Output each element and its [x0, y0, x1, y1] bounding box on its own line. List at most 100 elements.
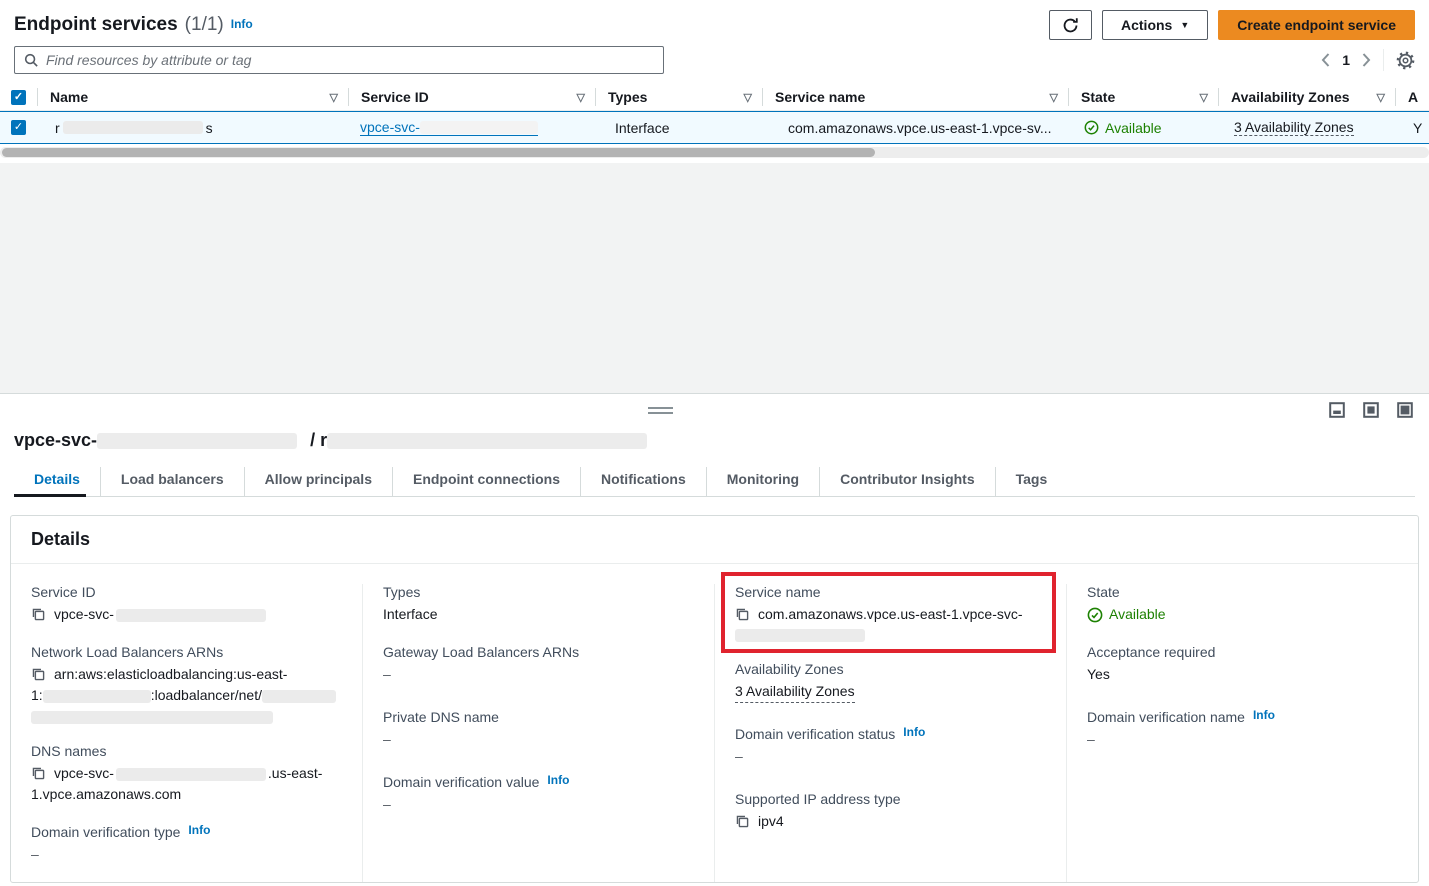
select-all-checkbox[interactable]: ✓	[11, 90, 26, 105]
field-nlb-arns: Network Load Balancers ARNs arn:aws:elas…	[31, 644, 342, 724]
field-availability-zones: Availability Zones 3 Availability Zones	[735, 661, 1046, 703]
column-header-name[interactable]: Name ▽	[37, 88, 348, 106]
column-header-availability-zones[interactable]: Availability Zones ▽	[1218, 88, 1395, 106]
row-name-cell: r s	[37, 120, 348, 136]
redacted-text	[116, 609, 266, 622]
panel-resize-handle[interactable]	[648, 407, 673, 417]
toolbar-buttons: Actions ▼ Create endpoint service	[1049, 10, 1415, 40]
column-header-state[interactable]: State ▽	[1068, 88, 1218, 106]
field-types: Types Interface	[383, 584, 694, 625]
details-card-heading: Details	[11, 516, 1418, 564]
column-header-service-name[interactable]: Service name ▽	[762, 88, 1068, 106]
pager-divider	[1383, 49, 1384, 71]
details-card: Details Service ID vpce-svc- Network Loa…	[10, 515, 1419, 883]
search-box[interactable]	[14, 46, 664, 74]
details-column-3: Service name com.amazonaws.vpce.us-east-…	[714, 584, 1066, 882]
panel-size-medium-icon[interactable]	[1363, 402, 1379, 418]
page-next-button[interactable]	[1362, 53, 1371, 67]
column-header-types[interactable]: Types ▽	[595, 88, 762, 106]
details-card-body: Service ID vpce-svc- Network Load Balanc…	[11, 564, 1418, 882]
row-clipped-cell: Y	[1395, 120, 1429, 136]
copy-icon[interactable]	[31, 667, 45, 681]
tab-load-balancers[interactable]: Load balancers	[100, 467, 244, 496]
copy-icon[interactable]	[735, 814, 749, 828]
tab-tags[interactable]: Tags	[995, 467, 1068, 496]
filter-icon[interactable]: ▽	[1200, 91, 1208, 104]
table-settings-gear-icon[interactable]	[1396, 51, 1415, 70]
column-header-service-id[interactable]: Service ID ▽	[348, 88, 595, 106]
redacted-text	[31, 711, 273, 724]
actions-button-label: Actions	[1121, 17, 1172, 33]
availability-zones-popover-link[interactable]: 3 Availability Zones	[1234, 119, 1354, 136]
panel-title: vpce-svc- / r	[0, 394, 1429, 457]
table-row[interactable]: ✓ r s vpce-svc- Interface com.amazonaws.…	[0, 111, 1429, 144]
filter-icon[interactable]: ▽	[744, 91, 752, 104]
panel-size-large-icon[interactable]	[1397, 402, 1413, 418]
info-link[interactable]: Info	[188, 823, 210, 837]
tab-notifications[interactable]: Notifications	[580, 467, 706, 496]
chevron-down-icon: ▼	[1180, 20, 1189, 30]
endpoint-services-list-section: Endpoint services (1/1) Info Actions ▼ C…	[0, 0, 1429, 163]
copy-icon[interactable]	[735, 607, 749, 621]
copy-icon[interactable]	[31, 766, 45, 780]
info-link[interactable]: Info	[903, 725, 925, 739]
service-name-highlight-box: Service name com.amazonaws.vpce.us-east-…	[721, 572, 1056, 653]
row-service-id-cell: vpce-svc-	[348, 119, 595, 136]
redacted-text	[116, 768, 266, 781]
details-column-4: State Available Acceptance required Yes	[1066, 584, 1418, 882]
table-header-row: ✓ Name ▽ Service ID ▽ Types ▽ Service na…	[0, 84, 1429, 111]
current-page-number[interactable]: 1	[1342, 52, 1350, 68]
info-link[interactable]: Info	[1253, 708, 1275, 722]
create-endpoint-service-button[interactable]: Create endpoint service	[1218, 10, 1415, 40]
toolbar: Endpoint services (1/1) Info Actions ▼ C…	[0, 0, 1429, 40]
redacted-text	[327, 433, 647, 449]
page-title: Endpoint services	[14, 14, 178, 36]
state-available-badge: Available	[1087, 604, 1166, 625]
details-column-1: Service ID vpce-svc- Network Load Balanc…	[11, 584, 362, 882]
copy-icon[interactable]	[31, 607, 45, 621]
title-info-link[interactable]: Info	[231, 17, 253, 31]
tab-monitoring[interactable]: Monitoring	[706, 467, 819, 496]
horizontal-scrollbar[interactable]	[0, 147, 1429, 158]
field-glb-arns: Gateway Load Balancers ARNs –	[383, 644, 694, 685]
filter-icon[interactable]: ▽	[1050, 91, 1058, 104]
field-domain-verification-name: Domain verification name Info –	[1087, 709, 1398, 750]
column-header-clipped[interactable]: A	[1395, 88, 1429, 106]
row-state-cell: Available	[1068, 120, 1218, 136]
tab-allow-principals[interactable]: Allow principals	[244, 467, 392, 496]
page-previous-button[interactable]	[1321, 53, 1330, 67]
refresh-button[interactable]	[1049, 10, 1092, 40]
field-private-dns-name: Private DNS name –	[383, 709, 694, 750]
search-icon	[24, 53, 39, 68]
field-supported-ip-address-type: Supported IP address type ipv4	[735, 791, 1046, 832]
field-dns-names: DNS names vpce-svc-.us-east- 1.vpce.amaz…	[31, 743, 342, 805]
redacted-text	[735, 629, 865, 642]
tab-endpoint-connections[interactable]: Endpoint connections	[392, 467, 580, 496]
filter-icon[interactable]: ▽	[1377, 91, 1385, 104]
field-acceptance-required: Acceptance required Yes	[1087, 644, 1398, 685]
create-button-label: Create endpoint service	[1237, 17, 1396, 33]
panel-size-small-icon[interactable]	[1329, 402, 1345, 418]
pagination: 1	[1321, 49, 1415, 71]
actions-button[interactable]: Actions ▼	[1102, 10, 1208, 40]
search-input[interactable]	[46, 52, 654, 68]
tab-contributor-insights[interactable]: Contributor Insights	[819, 467, 995, 496]
scrollbar-thumb[interactable]	[2, 148, 875, 157]
field-service-name: Service name com.amazonaws.vpce.us-east-…	[735, 584, 1042, 643]
tab-details[interactable]: Details	[14, 467, 100, 496]
row-service-name-cell: com.amazonaws.vpce.us-east-1.vpce-sv...	[762, 120, 1068, 136]
resource-count: (1/1)	[185, 14, 224, 36]
detail-split-panel: vpce-svc- / r Details Load balancers All…	[0, 393, 1429, 886]
info-link[interactable]: Info	[547, 773, 569, 787]
row-checkbox-cell: ✓	[0, 120, 37, 135]
field-service-id: Service ID vpce-svc-	[31, 584, 342, 625]
page-title-group: Endpoint services (1/1) Info	[14, 14, 253, 36]
filter-icon[interactable]: ▽	[577, 91, 585, 104]
filter-icon[interactable]: ▽	[330, 91, 338, 104]
state-available-badge: Available	[1084, 120, 1162, 136]
check-circle-icon	[1084, 120, 1099, 135]
availability-zones-popover-link[interactable]: 3 Availability Zones	[735, 681, 855, 703]
panel-tabs: Details Load balancers Allow principals …	[14, 467, 1415, 497]
row-checkbox[interactable]: ✓	[11, 120, 26, 135]
service-id-link[interactable]: vpce-svc-	[360, 119, 538, 136]
